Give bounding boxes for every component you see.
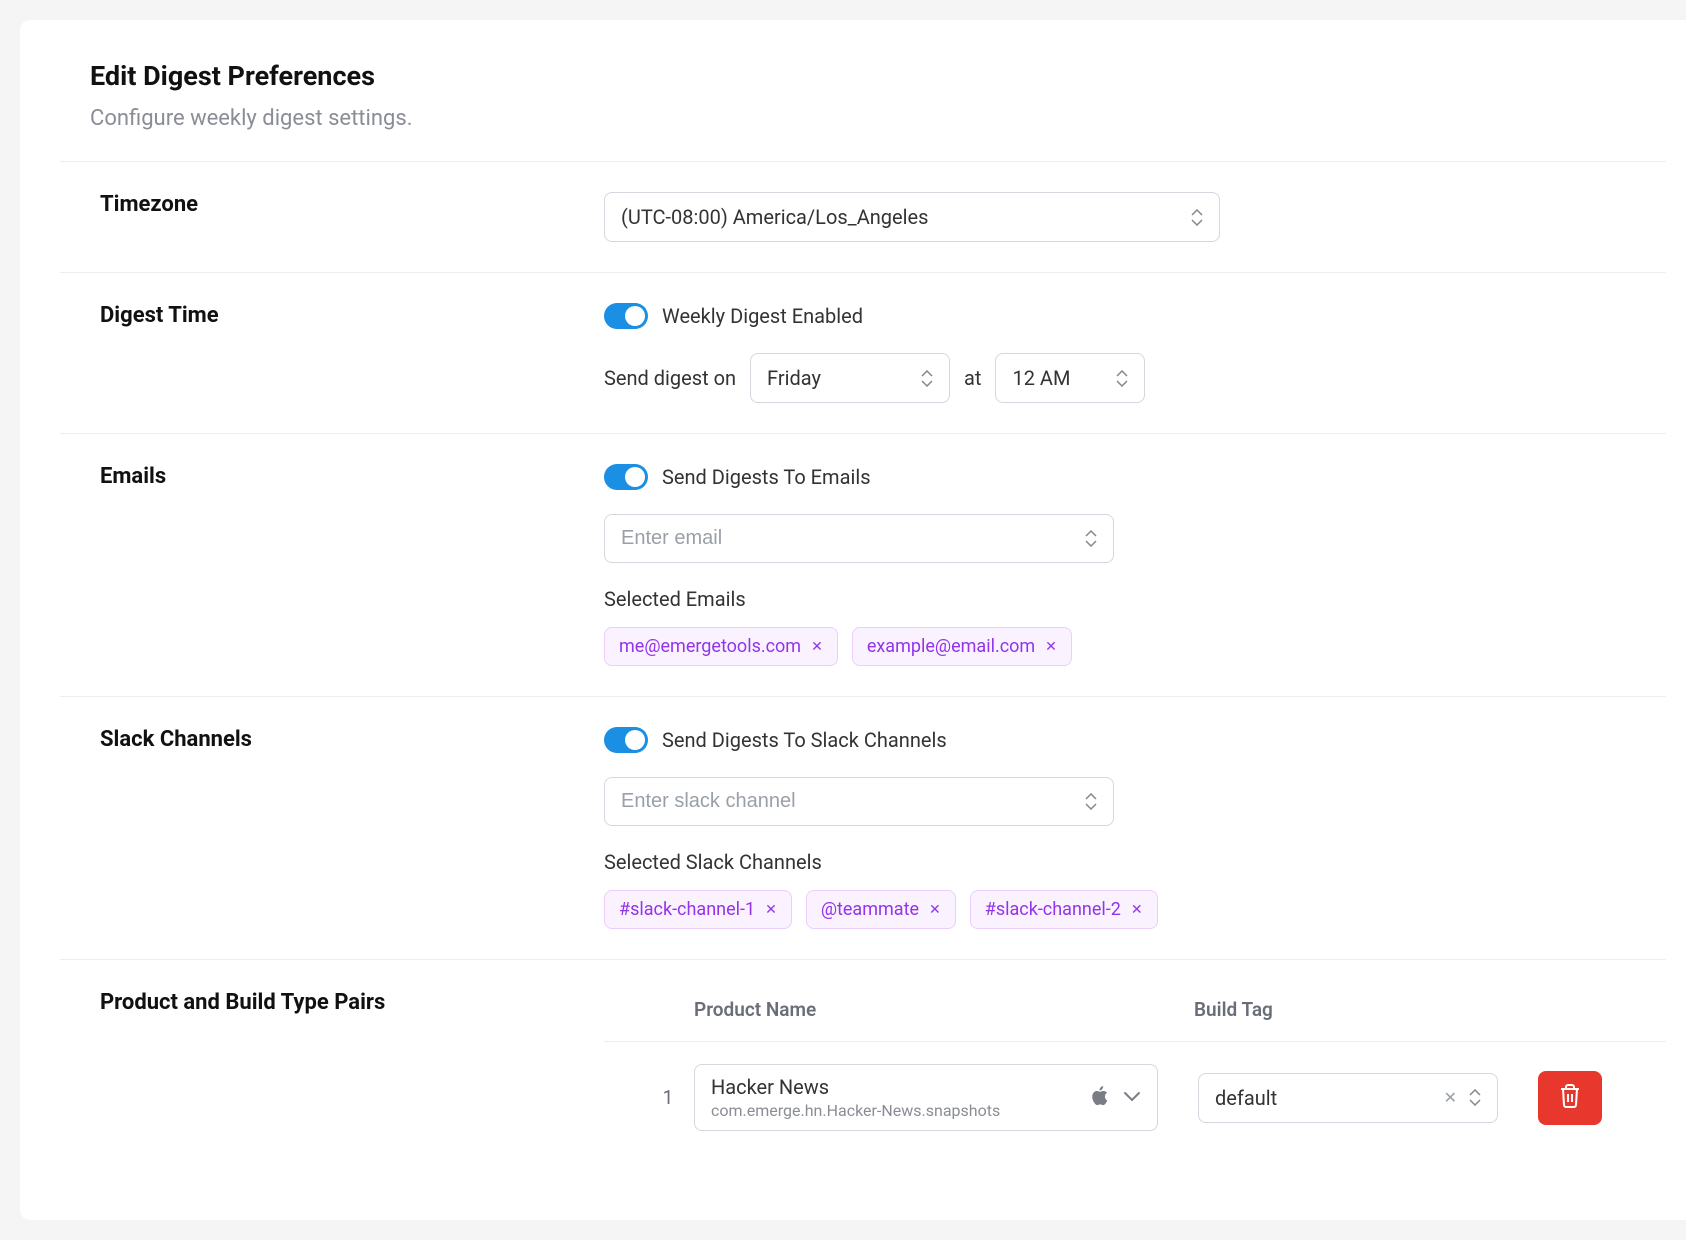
timezone-select[interactable]: (UTC-08:00) America/Los_Angeles	[604, 192, 1220, 242]
email-input[interactable]	[621, 527, 1085, 550]
remove-icon[interactable]: ✕	[811, 639, 823, 655]
emails-label: Emails	[100, 464, 604, 666]
remove-icon[interactable]: ✕	[765, 902, 777, 918]
digest-time-label: Digest Time	[100, 303, 604, 403]
slack-chip: @teammate ✕	[806, 890, 956, 929]
slack-chip: #slack-channel-1 ✕	[604, 890, 792, 929]
stepper-icon	[921, 370, 933, 387]
digest-hour-select[interactable]: 12 AM	[995, 353, 1145, 403]
digest-day-value: Friday	[767, 366, 821, 390]
product-header: Product Name	[694, 998, 1194, 1021]
selected-emails-label: Selected Emails	[604, 587, 1666, 611]
slack-chip: #slack-channel-2 ✕	[970, 890, 1158, 929]
slack-input-combo[interactable]	[604, 777, 1114, 826]
products-label: Product and Build Type Pairs	[100, 990, 604, 1153]
digest-hour-value: 12 AM	[1012, 366, 1070, 390]
send-digest-prefix: Send digest on	[604, 366, 736, 390]
remove-icon[interactable]: ✕	[929, 902, 941, 918]
apple-icon	[1089, 1085, 1109, 1111]
weekly-digest-toggle-label: Weekly Digest Enabled	[662, 304, 863, 328]
email-chip-text: example@email.com	[867, 636, 1035, 657]
page-title: Edit Digest Preferences	[90, 60, 1666, 92]
page-subtitle: Configure weekly digest settings.	[90, 106, 1666, 131]
trash-icon	[1558, 1083, 1582, 1113]
row-number: 1	[642, 1086, 694, 1109]
delete-row-button[interactable]	[1538, 1071, 1602, 1125]
clear-icon[interactable]: ✕	[1444, 1088, 1457, 1107]
product-id: com.emerge.hn.Hacker-News.snapshots	[711, 1101, 1000, 1120]
slack-chip-text: #slack-channel-2	[985, 899, 1121, 920]
product-select[interactable]: Hacker News com.emerge.hn.Hacker-News.sn…	[694, 1064, 1158, 1131]
product-name: Hacker News	[711, 1075, 1000, 1099]
stepper-icon	[1116, 370, 1128, 387]
build-tag-value: default	[1215, 1086, 1277, 1110]
slack-input[interactable]	[621, 790, 1085, 813]
timezone-label: Timezone	[100, 192, 604, 242]
stepper-icon	[1469, 1089, 1481, 1106]
slack-toggle[interactable]	[604, 727, 648, 753]
build-header: Build Tag	[1194, 998, 1273, 1021]
emails-toggle[interactable]	[604, 464, 648, 490]
email-input-combo[interactable]	[604, 514, 1114, 563]
email-chip: me@emergetools.com ✕	[604, 627, 838, 666]
stepper-icon	[1085, 793, 1097, 810]
email-chip-text: me@emergetools.com	[619, 636, 801, 657]
timezone-value: (UTC-08:00) America/Los_Angeles	[621, 205, 928, 229]
slack-toggle-label: Send Digests To Slack Channels	[662, 728, 947, 752]
weekly-digest-toggle[interactable]	[604, 303, 648, 329]
stepper-icon	[1191, 209, 1203, 226]
email-chip: example@email.com ✕	[852, 627, 1072, 666]
emails-toggle-label: Send Digests To Emails	[662, 465, 871, 489]
digest-day-select[interactable]: Friday	[750, 353, 950, 403]
slack-chip-text: @teammate	[821, 899, 919, 920]
stepper-icon	[1085, 530, 1097, 547]
remove-icon[interactable]: ✕	[1131, 902, 1143, 918]
at-label: at	[964, 366, 981, 390]
chevron-down-icon	[1123, 1088, 1141, 1107]
slack-chip-text: #slack-channel-1	[619, 899, 755, 920]
product-row: 1 Hacker News com.emerge.hn.Hacker-News.…	[604, 1041, 1666, 1153]
slack-label: Slack Channels	[100, 727, 604, 929]
selected-slack-label: Selected Slack Channels	[604, 850, 1666, 874]
build-tag-select[interactable]: default ✕	[1198, 1073, 1498, 1123]
remove-icon[interactable]: ✕	[1045, 639, 1057, 655]
